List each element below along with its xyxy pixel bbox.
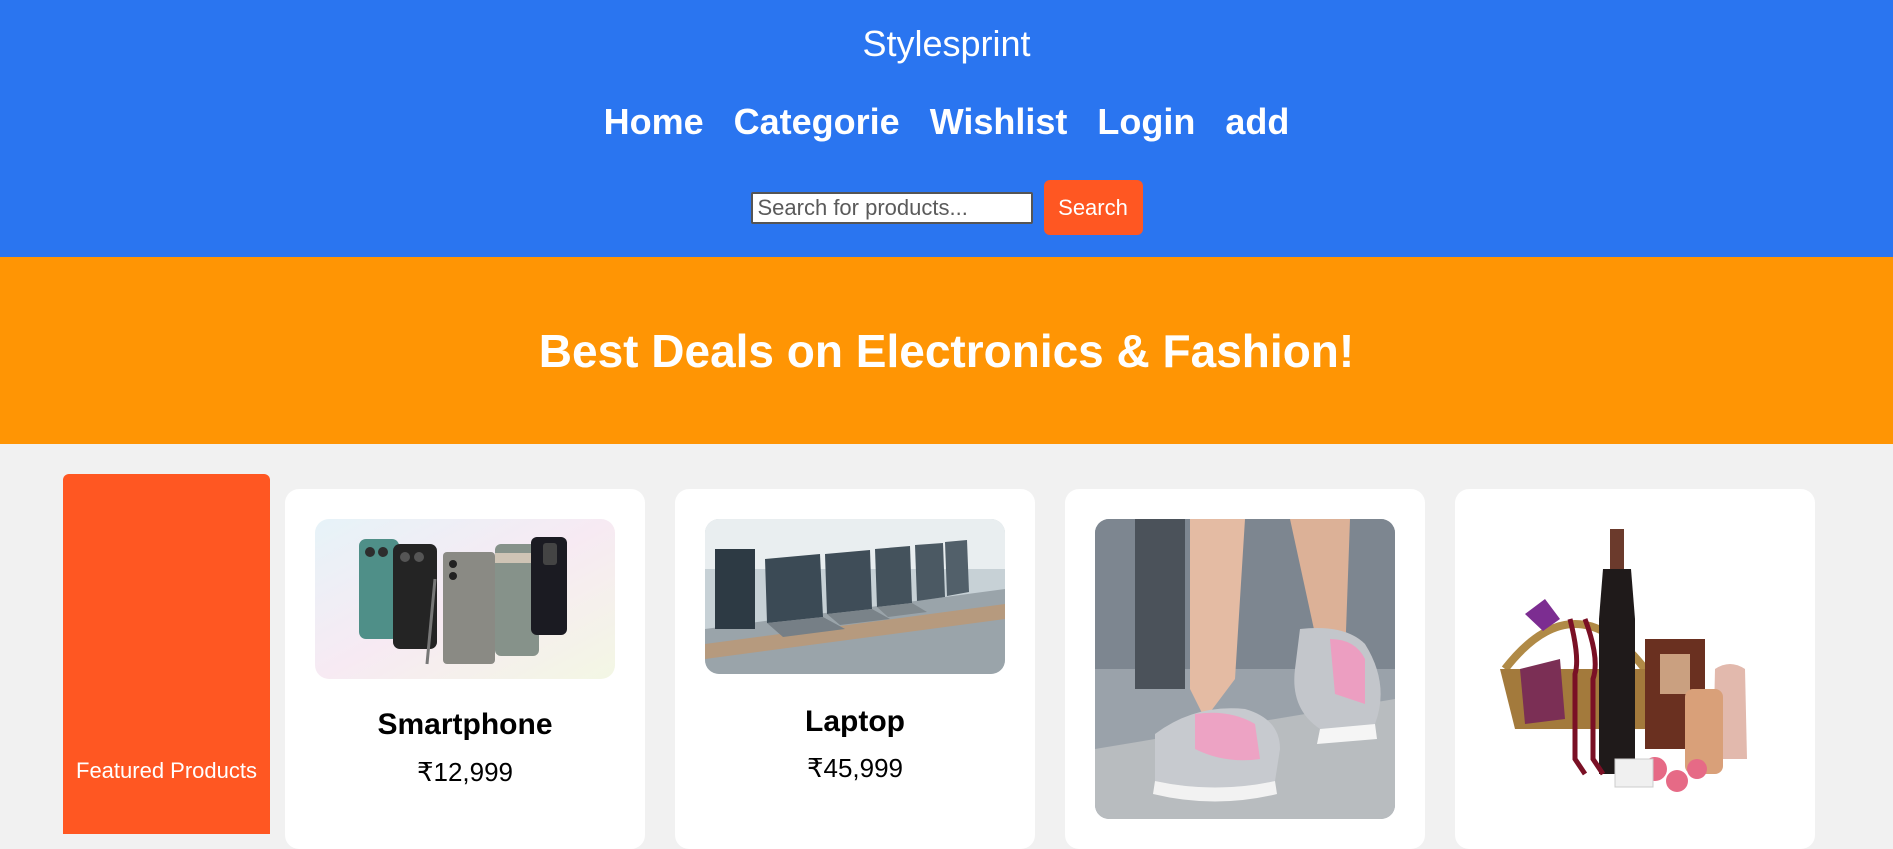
nav-wishlist[interactable]: Wishlist (930, 100, 1068, 144)
featured-products-panel[interactable]: Featured Products (63, 474, 270, 834)
search-button[interactable]: Search (1043, 180, 1143, 235)
main-nav: Home Categorie Wishlist Login add (0, 100, 1893, 144)
product-card-laptop[interactable]: Laptop ₹45,999 (675, 489, 1035, 849)
product-price: ₹12,999 (416, 757, 514, 787)
product-card-smartphone[interactable]: Smartphone ₹12,999 (285, 489, 645, 849)
product-card-gift-basket[interactable] (1455, 489, 1815, 849)
search-bar: Search (0, 180, 1893, 235)
banner-heading: Best Deals on Electronics & Fashion! (538, 324, 1355, 377)
site-header: Stylesprint Home Categorie Wishlist Logi… (0, 0, 1893, 257)
nav-add[interactable]: add (1225, 100, 1289, 144)
nav-login[interactable]: Login (1097, 100, 1195, 144)
site-brand[interactable]: Stylesprint (0, 24, 1893, 64)
gift-basket-image[interactable] (1485, 519, 1785, 819)
sneakers-image[interactable] (1095, 519, 1395, 819)
laptops-image[interactable] (705, 519, 1005, 674)
product-title[interactable]: Laptop (675, 704, 1035, 740)
search-input[interactable] (750, 191, 1033, 224)
product-price: ₹45,999 (806, 753, 904, 783)
product-card-sneakers[interactable] (1065, 489, 1425, 849)
nav-home[interactable]: Home (604, 100, 704, 144)
product-title[interactable]: Smartphone (285, 707, 645, 743)
promo-banner: Best Deals on Electronics & Fashion! (0, 257, 1893, 444)
nav-categories[interactable]: Categorie (734, 100, 900, 144)
smartphones-image[interactable] (315, 519, 615, 679)
featured-products-label: Featured Products (76, 758, 257, 783)
